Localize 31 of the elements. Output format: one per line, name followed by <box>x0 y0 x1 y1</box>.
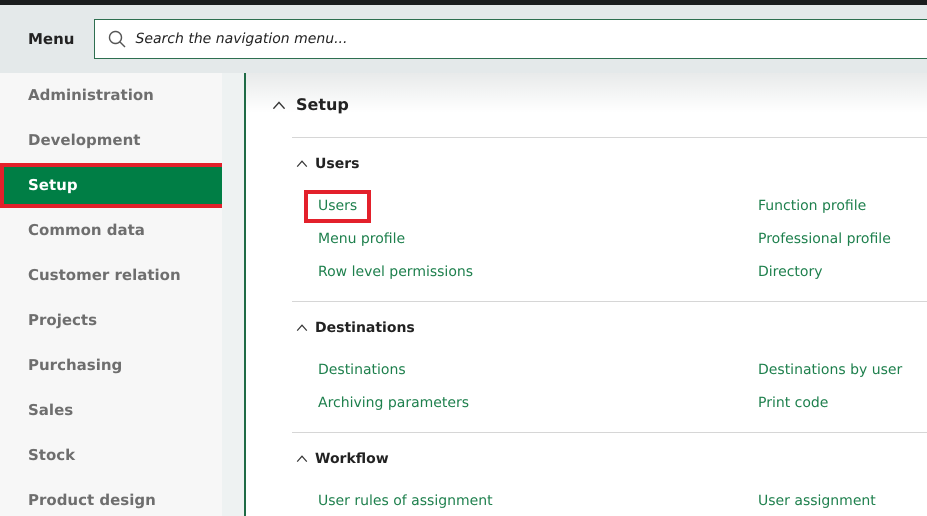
sidebar-item[interactable]: Stock <box>0 433 222 478</box>
sidebar-item[interactable]: Projects <box>0 298 222 343</box>
search-field[interactable]: Search the navigation menu... <box>94 19 927 59</box>
sidebar-item[interactable]: Product design <box>0 478 222 516</box>
menu-link[interactable]: User rules of assignment <box>318 485 493 516</box>
menu-link[interactable]: Print code <box>758 387 828 420</box>
menu-link[interactable]: Professional profile <box>758 223 891 256</box>
sidebar-item[interactable]: Common data <box>0 208 222 253</box>
menu-link[interactable]: Destinations by user <box>758 354 902 387</box>
sidebar-item[interactable]: Purchasing <box>0 343 222 388</box>
menu-link[interactable]: Archiving parameters <box>318 387 470 420</box>
group-title: Workflow <box>315 450 389 468</box>
collapse-icon[interactable] <box>296 455 308 463</box>
collapse-icon[interactable] <box>296 160 308 168</box>
sidebar-item[interactable]: Development <box>0 118 222 163</box>
menu-link[interactable]: Menu profile <box>318 223 406 256</box>
menu-link[interactable]: Function profile <box>758 190 866 223</box>
menu-title: Menu <box>28 28 74 50</box>
menu-link[interactable]: Row level permissions <box>318 256 474 289</box>
collapse-icon[interactable] <box>296 324 308 332</box>
collapse-icon[interactable] <box>272 100 286 110</box>
section-title: Setup <box>296 94 349 116</box>
menu-link[interactable]: User assignment <box>758 485 876 516</box>
sidebar-item[interactable]: Customer relation <box>0 253 222 298</box>
sidebar-item[interactable]: Sales <box>0 388 222 433</box>
group-title: Users <box>315 154 360 174</box>
menu-link[interactable]: Directory <box>758 256 823 289</box>
sidebar-item[interactable]: Administration <box>0 73 222 118</box>
menu-link[interactable]: Destinations <box>318 354 406 387</box>
group-title: Destinations <box>315 318 415 338</box>
menu-link[interactable]: Users <box>304 190 372 223</box>
